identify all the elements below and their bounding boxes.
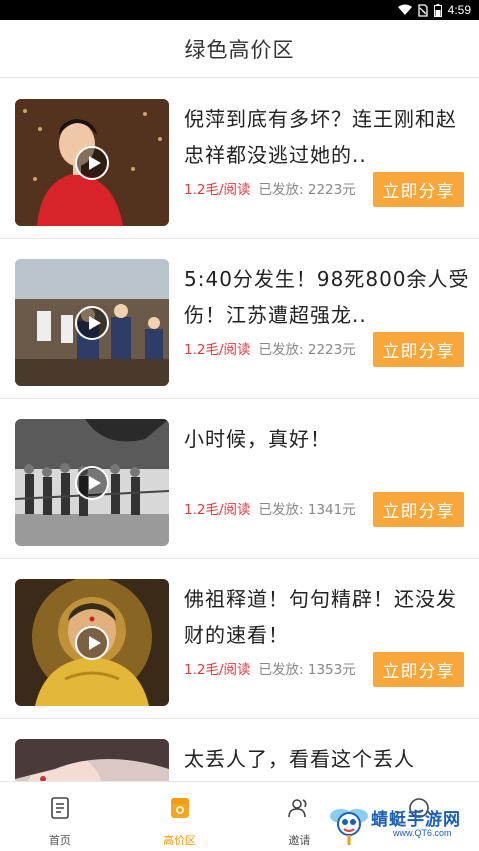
video-thumbnail[interactable] [15, 99, 169, 226]
home-doc-icon [51, 797, 69, 819]
tab-label: 首页 [48, 834, 71, 847]
title-bar: 绿色高价区 [0, 20, 479, 78]
paid-amount: 已发放: 1341元 [258, 502, 356, 518]
play-icon[interactable] [75, 305, 109, 340]
video-thumbnail[interactable] [15, 579, 169, 706]
article-meta: 1.2毛/阅读 已发放: 2223元 [184, 341, 356, 359]
share-button[interactable]: 立即分享 [373, 652, 464, 687]
article-card[interactable]: 倪萍到底有多坏？连王刚和赵忠祥都没逃过她的.. 1.2毛/阅读 已发放: 2223… [0, 79, 479, 239]
tab-label: 高价区 [163, 834, 197, 847]
share-button[interactable]: 立即分享 [373, 492, 464, 527]
clock: 4:59 [447, 3, 471, 17]
no-sim-icon [417, 3, 428, 17]
video-thumbnail[interactable] [15, 739, 169, 781]
tab-home[interactable]: 首页 [0, 782, 120, 851]
play-icon[interactable] [75, 145, 109, 180]
article-card[interactable]: 太丢人了，看看这个丢人 [0, 719, 479, 781]
video-thumbnail[interactable] [15, 259, 169, 386]
share-button[interactable]: 立即分享 [373, 332, 464, 367]
wifi-icon [397, 4, 412, 15]
thumbnail-image [15, 739, 169, 781]
article-card[interactable]: 5:40分发生！98死800余人受伤！江苏遭超强龙.. 1.2毛/阅读 已发放: … [0, 239, 479, 399]
article-title[interactable]: 5:40分发生！98死800余人受伤！江苏遭超强龙.. [184, 261, 470, 333]
article-meta: 1.2毛/阅读 已发放: 1353元 [184, 661, 356, 679]
battery-icon [433, 3, 442, 17]
reward-rate: 1.2毛/阅读 [184, 182, 251, 198]
article-card[interactable]: 佛祖释道！句句精辟！还没发财的速看！ 1.2毛/阅读 已发放: 1353元 立即分… [0, 559, 479, 719]
paid-amount: 已发放: 2223元 [258, 182, 356, 198]
article-title[interactable]: 倪萍到底有多坏？连王刚和赵忠祥都没逃过她的.. [184, 101, 470, 173]
dragonfly-logo-icon [330, 809, 368, 845]
article-meta: 1.2毛/阅读 已发放: 2223元 [184, 181, 356, 199]
article-meta: 1.2毛/阅读 已发放: 1341元 [184, 501, 356, 519]
share-button[interactable]: 立即分享 [373, 172, 464, 207]
watermark-url: www.QT6.com [393, 828, 452, 838]
site-watermark: 蜻蜓手游网 www.QT6.com [327, 801, 475, 847]
article-card[interactable]: 小时候，真好！ 1.2毛/阅读 已发放: 1341元 立即分享 [0, 399, 479, 559]
article-feed[interactable]: 倪萍到底有多坏？连王刚和赵忠祥都没逃过她的.. 1.2毛/阅读 已发放: 2223… [0, 79, 479, 781]
paid-amount: 已发放: 1353元 [258, 662, 356, 678]
video-thumbnail[interactable] [15, 419, 169, 546]
article-title[interactable]: 佛祖释道！句句精辟！还没发财的速看！ [184, 581, 470, 653]
play-icon[interactable] [75, 625, 109, 660]
status-bar: 4:59 [0, 0, 479, 20]
page-title: 绿色高价区 [184, 37, 295, 62]
user-invite-icon [288, 799, 307, 818]
article-title[interactable]: 太丢人了，看看这个丢人 [184, 741, 470, 777]
reward-rate: 1.2毛/阅读 [184, 662, 251, 678]
tab-premium-zone[interactable]: 高价区 [120, 782, 240, 851]
reward-rate: 1.2毛/阅读 [184, 502, 251, 518]
watermark-text: 蜻蜓手游网 [371, 810, 461, 830]
reward-rate: 1.2毛/阅读 [184, 342, 251, 358]
article-title[interactable]: 小时候，真好！ [184, 421, 470, 457]
paid-amount: 已发放: 2223元 [258, 342, 356, 358]
play-icon[interactable] [75, 465, 109, 500]
premium-zone-icon [170, 798, 189, 818]
